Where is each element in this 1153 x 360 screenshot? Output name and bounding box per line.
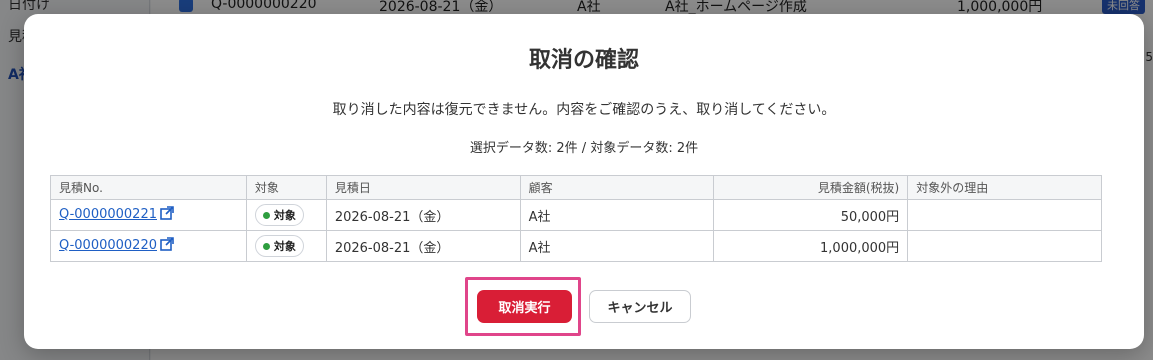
dialog-description: 取り消した内容は復元できません。内容をご確認のうえ、取り消してください。 bbox=[332, 102, 836, 118]
date-cell: 2026-08-21（金） bbox=[325, 199, 521, 231]
estimate-no-cell: Q-0000000221 bbox=[50, 199, 247, 231]
dialog-title: 取消の確認 bbox=[528, 48, 639, 73]
status-dot-icon bbox=[262, 242, 270, 250]
reason-cell bbox=[907, 230, 1102, 262]
column-header-customer: 顧客 bbox=[519, 175, 715, 200]
target-table: 見積No. 対象 見積日 顧客 見積金額(税抜) 対象外の理由 Q-000000… bbox=[50, 175, 1102, 262]
amount-cell: 1,000,000円 bbox=[713, 230, 909, 262]
table-header-row: 見積No. 対象 見積日 顧客 見積金額(税抜) 対象外の理由 bbox=[50, 175, 1102, 200]
external-link-icon[interactable] bbox=[159, 236, 175, 256]
table-row: Q-0000000221 対象 2026-08-21（金） A社 50,000円 bbox=[50, 199, 1102, 231]
customer-cell: A社 bbox=[519, 230, 715, 262]
column-header-reason: 対象外の理由 bbox=[907, 175, 1102, 200]
target-label: 対象 bbox=[273, 209, 296, 222]
reason-cell bbox=[907, 199, 1102, 231]
status-dot-icon bbox=[262, 211, 270, 219]
column-header-date: 見積日 bbox=[325, 175, 521, 200]
execute-cancel-button[interactable]: 取消実行 bbox=[477, 290, 572, 323]
target-label: 対象 bbox=[273, 240, 296, 253]
target-cell: 対象 bbox=[245, 230, 327, 262]
customer-cell: A社 bbox=[519, 199, 715, 231]
target-cell: 対象 bbox=[245, 199, 327, 231]
date-cell: 2026-08-21（金） bbox=[325, 230, 521, 262]
estimate-link[interactable]: Q-0000000221 bbox=[59, 207, 157, 222]
cancel-button[interactable]: キャンセル bbox=[589, 290, 691, 323]
estimate-link[interactable]: Q-0000000220 bbox=[59, 238, 157, 253]
target-badge: 対象 bbox=[254, 204, 304, 226]
column-header-estimate-no: 見積No. bbox=[50, 175, 247, 200]
estimate-no-cell: Q-0000000220 bbox=[50, 230, 247, 262]
target-badge: 対象 bbox=[254, 235, 304, 257]
column-header-amount: 見積金額(税抜) bbox=[713, 175, 909, 200]
external-link-icon[interactable] bbox=[159, 205, 175, 225]
amount-cell: 50,000円 bbox=[713, 199, 909, 231]
table-row: Q-0000000220 対象 2026-08-21（金） A社 1,000,0… bbox=[50, 230, 1102, 262]
confirm-dialog: 取消の確認 取り消した内容は復元できません。内容をご確認のうえ、取り消してくださ… bbox=[24, 14, 1144, 349]
selection-count: 選択データ数: 2件 / 対象データ数: 2件 bbox=[469, 141, 699, 156]
column-header-target: 対象 bbox=[245, 175, 327, 200]
